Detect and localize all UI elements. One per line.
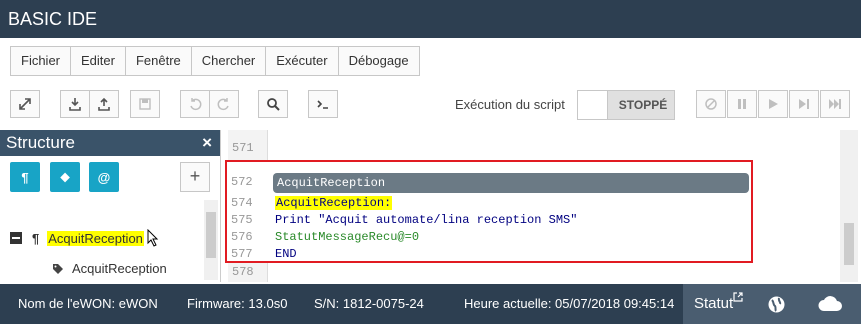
at-filter-button[interactable]: @	[89, 162, 119, 192]
upload-button[interactable]	[89, 90, 119, 118]
assign-code: StatutMessageRecu@=0	[275, 230, 420, 244]
toolbar	[0, 84, 861, 124]
step-forward-icon	[799, 99, 809, 109]
code-line[interactable]: 575 Print "Acquit automate/lina receptio…	[227, 212, 751, 229]
toggle-knob	[578, 91, 608, 119]
play-button[interactable]	[758, 90, 788, 118]
line-number: 574	[231, 196, 253, 210]
scrollbar-thumb[interactable]	[844, 223, 854, 265]
search-icon	[267, 98, 280, 111]
exec-label: Exécution du script	[455, 97, 565, 112]
code-line[interactable]: 576 StatutMessageRecu@=0	[227, 229, 751, 246]
code-line: 572	[227, 174, 751, 191]
end-code: END	[275, 247, 297, 261]
structure-panel: Structure ×	[0, 130, 221, 282]
redo-icon	[217, 98, 229, 111]
expand-button[interactable]	[10, 90, 40, 118]
structure-scrollbar[interactable]	[204, 200, 218, 280]
statut-link[interactable]: Statut	[694, 284, 733, 324]
download-button[interactable]	[60, 90, 90, 118]
fast-forward-button[interactable]	[820, 90, 850, 118]
tree-item-child[interactable]: AcquitReception	[52, 261, 167, 276]
app-title: BASIC IDE	[0, 0, 861, 38]
status-bar: Nom de l'eWON: eWON Firmware: 13.0s0 S/N…	[0, 284, 861, 324]
bg-line: 578	[232, 265, 254, 279]
code-line[interactable]: 577 END	[227, 246, 751, 263]
code-popup: AcquitReception 572 574 AcquitReception:…	[225, 160, 753, 263]
line-number: 572	[231, 175, 253, 189]
structure-header: Structure ×	[0, 130, 220, 156]
fast-forward-icon	[829, 99, 841, 109]
stop-button[interactable]	[696, 90, 726, 118]
toggle-state: STOPPÉ	[618, 98, 668, 112]
script-toggle[interactable]: STOPPÉ	[577, 90, 675, 120]
menu-bar: Fichier Editer Fenêtre Chercher Exécuter…	[10, 46, 420, 76]
pause-button[interactable]	[727, 90, 757, 118]
tag-icon	[53, 263, 63, 274]
external-link-icon	[733, 292, 743, 302]
upload-icon	[98, 97, 110, 111]
play-icon	[769, 99, 778, 109]
console-button[interactable]	[308, 90, 338, 118]
ewon-name: Nom de l'eWON: eWON	[18, 296, 158, 311]
undo-button[interactable]	[180, 90, 210, 118]
save-icon	[139, 98, 151, 110]
bg-line: 571	[232, 141, 254, 155]
step-button[interactable]	[789, 90, 819, 118]
status-panel: Statut	[683, 284, 861, 324]
line-number: 575	[231, 213, 253, 227]
search-button[interactable]	[258, 90, 288, 118]
expand-icon	[19, 98, 31, 110]
scrollbar-thumb[interactable]	[206, 212, 216, 258]
structure-title: Structure	[6, 133, 75, 152]
code-line[interactable]: 574 AcquitReception:	[227, 195, 751, 212]
tag-filter-button[interactable]: ⬥	[50, 162, 80, 192]
globe-icon[interactable]	[768, 296, 785, 313]
tree-label-child: AcquitReception	[72, 261, 167, 276]
add-button[interactable]: +	[180, 162, 210, 192]
menu-fenetre[interactable]: Fenêtre	[124, 46, 192, 76]
save-button[interactable]	[130, 90, 160, 118]
current-time: Heure actuelle: 05/07/2018 09:45:14	[464, 296, 675, 311]
print-code: Print "Acquit automate/lina reception SM…	[275, 213, 578, 227]
line-number: 577	[231, 247, 253, 261]
line-number: 576	[231, 230, 253, 244]
paragraph-filter-button[interactable]: ¶	[10, 162, 40, 192]
paragraph-icon: ¶	[21, 169, 29, 185]
menu-debogage[interactable]: Débogage	[337, 46, 420, 76]
tree-label-parent: AcquitReception	[47, 230, 144, 246]
firmware-version: Firmware: 13.0s0	[187, 296, 288, 311]
serial-number: S/N: 1812-0075-24	[314, 296, 424, 311]
tree-item-parent[interactable]: ¶ AcquitReception	[10, 229, 159, 247]
download-icon	[69, 98, 81, 111]
stop-icon	[705, 98, 717, 110]
cursor-icon	[147, 229, 159, 247]
at-icon: @	[97, 169, 111, 185]
terminal-icon	[317, 100, 328, 109]
redo-button[interactable]	[209, 90, 239, 118]
undo-icon	[190, 98, 202, 111]
cloud-icon[interactable]	[818, 294, 842, 312]
paragraph-icon: ¶	[32, 230, 40, 246]
menu-fichier[interactable]: Fichier	[10, 46, 72, 76]
close-icon[interactable]: ×	[202, 130, 212, 156]
tag-icon: ⬥	[60, 169, 70, 184]
editor-scrollbar[interactable]	[840, 130, 858, 282]
label-code: AcquitReception:	[275, 196, 393, 210]
collapse-icon[interactable]	[10, 232, 22, 244]
menu-chercher[interactable]: Chercher	[190, 46, 267, 76]
pause-icon	[738, 99, 746, 109]
menu-editer[interactable]: Editer	[70, 46, 126, 76]
menu-executer[interactable]: Exécuter	[265, 46, 339, 76]
